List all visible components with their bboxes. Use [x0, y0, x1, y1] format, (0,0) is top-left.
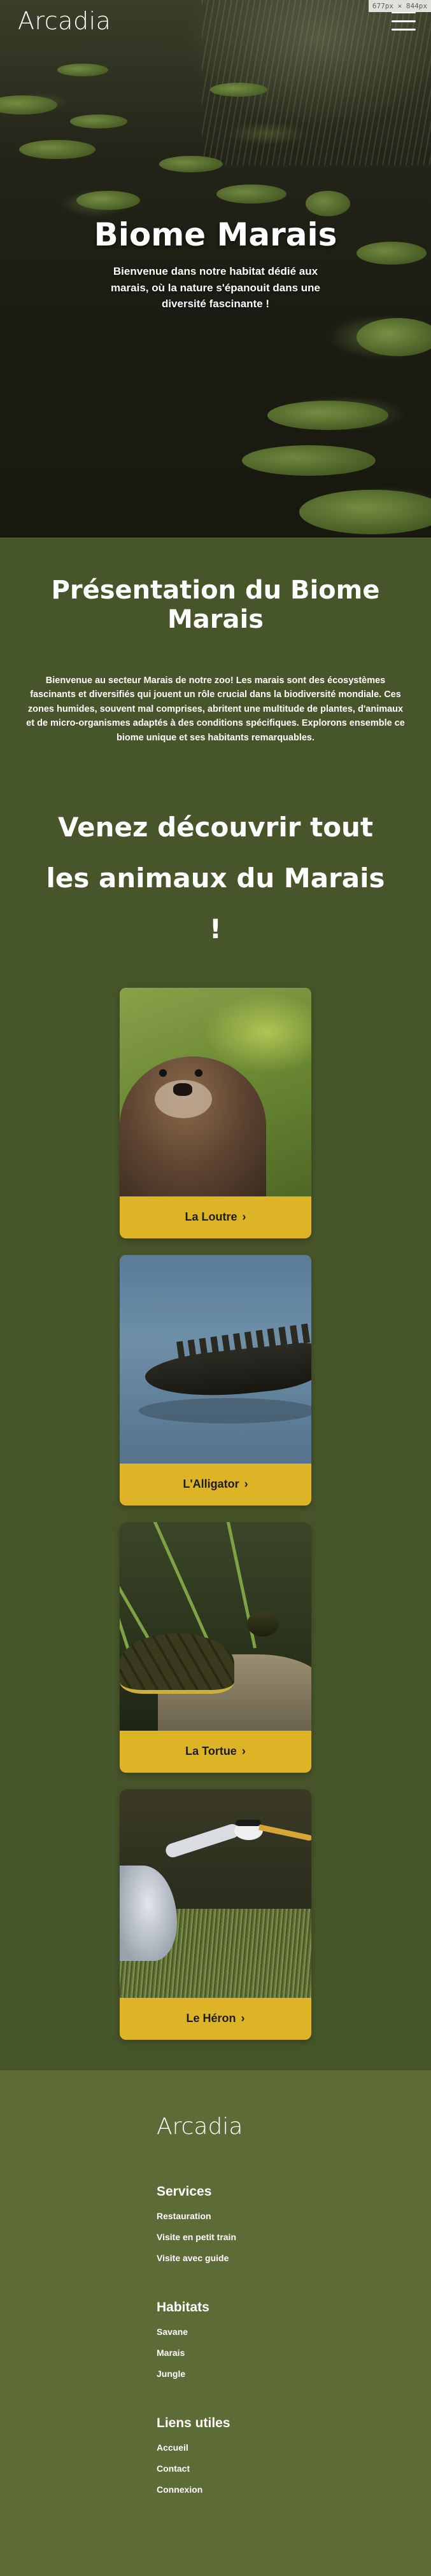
otter-eye	[159, 1069, 167, 1077]
alligator-link-button[interactable]: L'Alligator ›	[120, 1464, 311, 1506]
footer-link-contact[interactable]: Contact	[157, 2463, 431, 2474]
heron-image	[120, 1789, 311, 1998]
animal-card-otter[interactable]: La Loutre ›	[120, 987, 311, 1238]
lily-pad	[19, 140, 95, 159]
lily-pad	[210, 83, 267, 97]
hero-section: Arcadia Biome Marais Bienvenue dans notr…	[0, 0, 431, 537]
footer-link-guide[interactable]: Visite avec guide	[157, 2253, 431, 2263]
animals-section: Venez découvrir tout les animaux du Mara…	[0, 764, 431, 2070]
footer-logo[interactable]: Arcadia	[157, 2114, 431, 2140]
footer-group-useful-links: Liens utiles Accueil Contact Connexion	[157, 2416, 431, 2495]
footer-group-title: Services	[157, 2184, 212, 2199]
chevron-right-icon: ›	[241, 1745, 246, 1758]
hamburger-icon[interactable]	[392, 11, 416, 31]
lily-pad	[242, 445, 376, 476]
lily-pad	[267, 401, 388, 430]
footer-link-savane[interactable]: Savane	[157, 2327, 431, 2337]
hero-subtitle: Bienvenue dans notre habitat dédié aux m…	[110, 265, 320, 310]
card-label: La Tortue	[185, 1745, 237, 1758]
footer-group-title: Liens utiles	[157, 2415, 230, 2430]
footer-link-jungle[interactable]: Jungle	[157, 2369, 431, 2379]
lily-pad	[299, 490, 431, 534]
heron-crest	[236, 1819, 261, 1826]
otter-image	[120, 987, 311, 1196]
menu-bar	[392, 29, 416, 31]
animal-card-alligator[interactable]: L'Alligator ›	[120, 1254, 311, 1506]
turtle-head	[247, 1610, 279, 1637]
hero-title: Biome Marais	[94, 216, 337, 253]
footer-link-petit-train[interactable]: Visite en petit train	[157, 2232, 431, 2242]
lily-pad	[57, 64, 108, 76]
footer-group-title: Habitats	[157, 2299, 209, 2315]
otter-figure	[120, 1056, 266, 1196]
animals-title: Venez découvrir tout les animaux du Mara…	[46, 812, 385, 945]
lily-pad	[76, 191, 140, 210]
card-label: L'Alligator	[183, 1478, 239, 1491]
heron-body	[120, 1865, 177, 1961]
heron-neck	[164, 1822, 241, 1859]
viewport-size-tag: 677px × 844px	[368, 0, 431, 12]
heron-link-button[interactable]: Le Héron ›	[120, 1998, 311, 2040]
presentation-section: Présentation du Biome Marais Bienvenue a…	[0, 537, 431, 765]
presentation-title: Présentation du Biome Marais	[51, 576, 380, 634]
lily-pad	[306, 191, 350, 216]
lily-pad	[0, 95, 57, 114]
footer-link-restauration[interactable]: Restauration	[157, 2211, 431, 2221]
lily-pad	[216, 184, 286, 204]
lily-pad	[357, 318, 431, 356]
otter-nose	[173, 1083, 192, 1096]
lily-pad	[159, 156, 223, 172]
top-navbar: Arcadia	[0, 0, 431, 42]
alligator-image	[120, 1254, 311, 1464]
site-logo[interactable]: Arcadia	[18, 7, 111, 35]
card-label: La Loutre	[185, 1210, 237, 1224]
menu-bar	[392, 20, 416, 22]
footer-link-connexion[interactable]: Connexion	[157, 2484, 431, 2495]
footer-link-accueil[interactable]: Accueil	[157, 2442, 431, 2453]
animal-card-turtle[interactable]: La Tortue ›	[120, 1521, 311, 1773]
footer-link-marais[interactable]: Marais	[157, 2348, 431, 2358]
chevron-right-icon: ›	[241, 2012, 245, 2025]
heron-beak	[258, 1824, 311, 1841]
chevron-right-icon: ›	[244, 1478, 248, 1491]
card-label: Le Héron	[186, 2012, 236, 2025]
turtle-shell	[120, 1633, 234, 1694]
lily-pad	[70, 114, 127, 128]
footer-group-habitats: Habitats Savane Marais Jungle	[157, 2300, 431, 2379]
water-reflection	[139, 1397, 311, 1423]
turtle-link-button[interactable]: La Tortue ›	[120, 1731, 311, 1773]
otter-link-button[interactable]: La Loutre ›	[120, 1196, 311, 1238]
presentation-text: Bienvenue au secteur Marais de notre zoo…	[26, 675, 405, 743]
otter-eye	[195, 1069, 202, 1077]
turtle-image	[120, 1521, 311, 1731]
animal-card-heron[interactable]: Le Héron ›	[120, 1789, 311, 2040]
footer-group-services: Services Restauration Visite en petit tr…	[157, 2184, 431, 2263]
chevron-right-icon: ›	[242, 1210, 246, 1224]
hero-text: Biome Marais Bienvenue dans notre habita…	[0, 216, 431, 312]
site-footer: Arcadia Services Restauration Visite en …	[0, 2070, 431, 2576]
